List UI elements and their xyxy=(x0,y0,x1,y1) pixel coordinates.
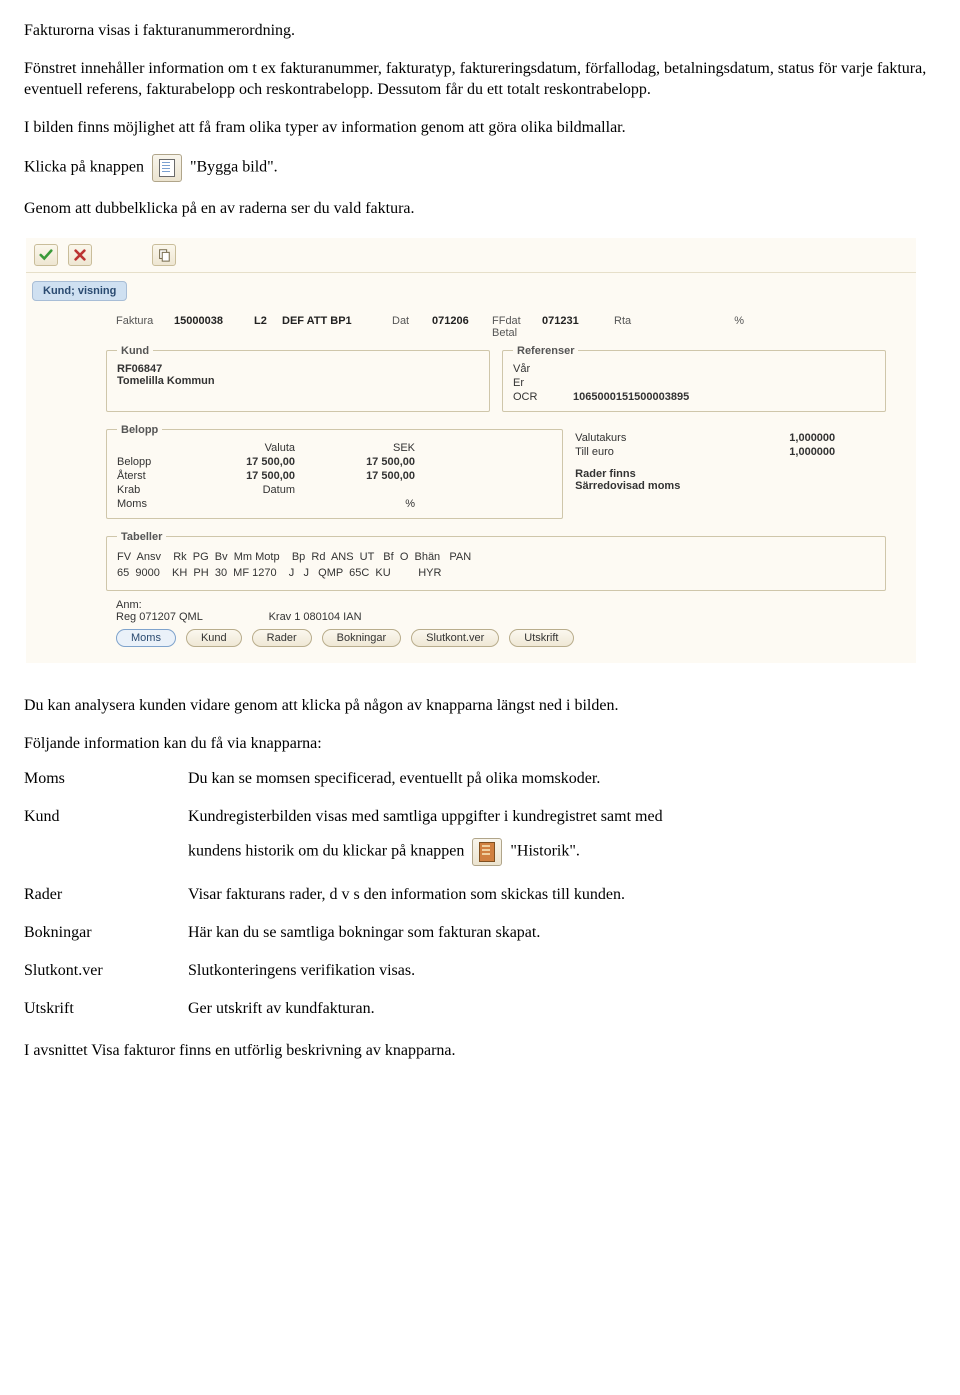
post-para-2: Följande information kan du få via knapp… xyxy=(24,733,936,755)
label-betal: Betal xyxy=(492,327,542,339)
toolbar xyxy=(26,238,916,273)
intro-para-1: Fakturorna visas i fakturanummerordning. xyxy=(24,20,936,42)
cancel-button[interactable] xyxy=(68,244,92,266)
def-bokningar: Här kan du se samtliga bokningar som fak… xyxy=(188,924,936,942)
value-anm-krav: Krav 1 080104 IAN xyxy=(269,611,362,623)
label-moms: Moms xyxy=(117,498,177,510)
app-window: Kund; visning Faktura 15000038 L2 DEF AT… xyxy=(24,236,916,665)
label-er: Er xyxy=(513,377,573,389)
label-sek: SEK xyxy=(307,442,427,454)
moms-button[interactable]: Moms xyxy=(116,629,176,647)
value-anm-reg: Reg 071207 QML xyxy=(116,611,202,623)
kund-code: RF06847 xyxy=(117,363,479,375)
fieldset-tabeller: Tabeller FV Ansv Rk PG Bv Mm Motp Bp Rd … xyxy=(106,531,886,591)
panel-title: Kund; visning xyxy=(32,281,127,301)
build-image-icon xyxy=(152,154,182,182)
legend-refs: Referenser xyxy=(513,345,578,357)
intro-para-2: Fönstret innehåller information om t ex … xyxy=(24,58,936,101)
value-defatt: DEF ATT BP1 xyxy=(282,315,392,327)
intro-para-4: Klicka på knappen "Bygga bild". xyxy=(24,154,936,182)
legend-kund: Kund xyxy=(117,345,153,357)
term-moms: Moms xyxy=(24,770,184,788)
outro-para: I avsnittet Visa fakturor finns en utför… xyxy=(24,1040,936,1062)
term-slutkont: Slutkont.ver xyxy=(24,962,184,980)
label-var: Vår xyxy=(513,363,573,375)
value-aterst-2: 17 500,00 xyxy=(307,470,427,482)
text-fragment: "Bygga bild". xyxy=(190,159,278,176)
term-utskrift: Utskrift xyxy=(24,1000,184,1018)
rader-button[interactable]: Rader xyxy=(252,629,312,647)
fieldset-referenser: Referenser Vår Er OCR 106500015150000389… xyxy=(502,345,886,412)
kund-name: Tomelilla Kommun xyxy=(117,375,479,387)
value-aterst-1: 17 500,00 xyxy=(177,470,307,482)
label-aterst: Återst xyxy=(117,470,177,482)
tabeller-head: FV Ansv Rk PG Bv Mm Motp Bp Rd ANS UT Bf… xyxy=(117,549,875,566)
def-rader: Visar fakturans rader, d v s den informa… xyxy=(188,886,936,904)
value-faktura: 15000038 xyxy=(174,315,254,327)
post-para-1: Du kan analysera kunden vidare genom att… xyxy=(24,695,936,717)
term-rader: Rader xyxy=(24,886,184,904)
label-pct: % xyxy=(654,315,744,327)
value-tilleuro: 1,000000 xyxy=(715,446,835,458)
slutkontver-button[interactable]: Slutkont.ver xyxy=(411,629,499,647)
confirm-button[interactable] xyxy=(34,244,58,266)
intro-para-3: I bilden finns möjlighet att få fram oli… xyxy=(24,117,936,139)
fieldset-belopp: Belopp Valuta SEK Belopp 17 500,00 17 50… xyxy=(106,424,563,519)
label-ocr: OCR xyxy=(513,391,573,403)
label-dat: Dat xyxy=(392,315,432,327)
value-valutakurs: 1,000000 xyxy=(715,432,835,444)
button-row: Moms Kund Rader Bokningar Slutkont.ver U… xyxy=(56,629,886,657)
copy-button[interactable] xyxy=(152,244,176,266)
label-anm: Anm: xyxy=(116,599,142,611)
term-kund: Kund xyxy=(24,808,184,866)
legend-tabeller: Tabeller xyxy=(117,531,166,543)
label-rta: Rta xyxy=(614,315,654,327)
anm-block: Anm: Reg 071207 QML Krav 1 080104 IAN xyxy=(56,597,886,629)
fieldset-kund: Kund RF06847 Tomelilla Kommun xyxy=(106,345,490,412)
text-fragment: Kundregisterbilden visas med samtliga up… xyxy=(188,808,663,825)
label-valutakurs: Valutakurs xyxy=(575,432,715,444)
label-krab: Krab xyxy=(117,484,177,496)
def-utskrift: Ger utskrift av kundfakturan. xyxy=(188,1000,936,1018)
label-rader-finns: Rader finns xyxy=(575,468,886,480)
legend-belopp: Belopp xyxy=(117,424,162,436)
label-valuta: Valuta xyxy=(177,442,307,454)
label-belopp: Belopp xyxy=(117,456,177,468)
label-ffdat: FFdat xyxy=(492,315,542,327)
text-fragment: Klicka på knappen xyxy=(24,159,144,176)
label-datum: Datum xyxy=(177,484,307,496)
invoice-header: Faktura 15000038 L2 DEF ATT BP1 Dat 0712… xyxy=(116,315,886,339)
bokningar-button[interactable]: Bokningar xyxy=(322,629,402,647)
utskrift-button[interactable]: Utskrift xyxy=(509,629,573,647)
definitions-table: Moms Du kan se momsen specificerad, even… xyxy=(24,770,936,1018)
text-fragment: kundens historik om du klickar på knappe… xyxy=(188,843,464,860)
label-moms-pct: % xyxy=(307,498,427,510)
intro-para-5: Genom att dubbelklicka på en av raderna … xyxy=(24,198,936,220)
def-moms: Du kan se momsen specificerad, eventuell… xyxy=(188,770,936,788)
def-kund: Kundregisterbilden visas med samtliga up… xyxy=(188,808,936,866)
value-ffdat: 071231 xyxy=(542,315,614,327)
term-bokningar: Bokningar xyxy=(24,924,184,942)
value-dat: 071206 xyxy=(432,315,492,327)
kund-button[interactable]: Kund xyxy=(186,629,242,647)
history-icon xyxy=(472,838,502,866)
def-slutkont: Slutkonteringens verifikation visas. xyxy=(188,962,936,980)
label-sarredov: Särredovisad moms xyxy=(575,480,886,492)
label-tilleuro: Till euro xyxy=(575,446,715,458)
tabeller-row: 65 9000 KH PH 30 MF 1270 J J QMP 65C KU … xyxy=(117,565,875,582)
value-l2: L2 xyxy=(254,315,282,327)
value-belopp-2: 17 500,00 xyxy=(307,456,427,468)
value-belopp-1: 17 500,00 xyxy=(177,456,307,468)
value-ocr: 1065000151500003895 xyxy=(573,391,875,403)
text-fragment: "Historik". xyxy=(510,843,580,860)
label-faktura: Faktura xyxy=(116,315,174,327)
